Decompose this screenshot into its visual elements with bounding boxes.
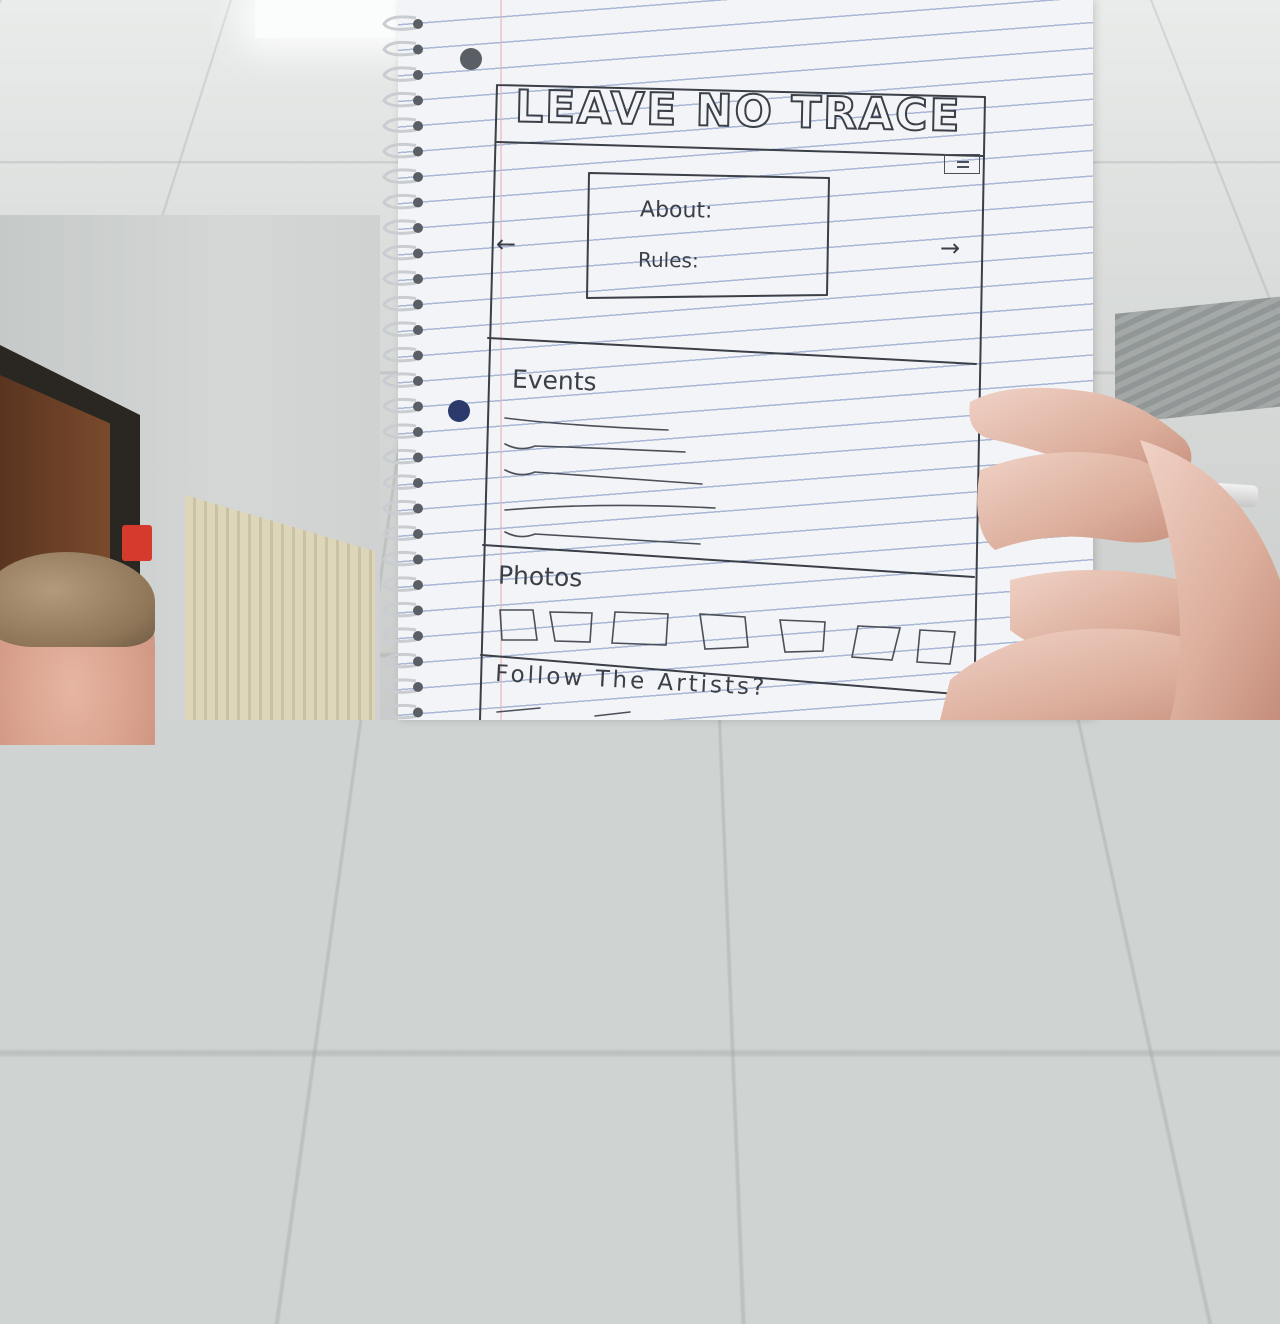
event-line-5	[504, 531, 701, 545]
photo-thumb	[779, 619, 826, 653]
carousel-box	[586, 172, 830, 299]
photo-thumb	[549, 611, 593, 643]
photos-heading: Photos	[497, 560, 583, 593]
arrow-left-icon: ←	[496, 230, 517, 258]
menu-icon	[944, 154, 980, 174]
page-title: LEAVE NO TRACE	[514, 80, 963, 142]
event-line-2	[504, 443, 686, 453]
photo-thumb	[851, 625, 902, 661]
event-line-1	[504, 417, 669, 431]
social-box	[496, 707, 541, 713]
about-label: About:	[639, 197, 713, 224]
hero-divider	[487, 337, 977, 365]
photo-thumb	[499, 609, 538, 641]
event-line-3	[504, 469, 703, 485]
events-heading: Events	[511, 364, 598, 397]
holding-hand	[940, 387, 1280, 720]
photo-thumb	[699, 613, 749, 650]
rules-label: Rules:	[637, 247, 699, 273]
event-line-4	[504, 504, 716, 511]
photo-thumb	[611, 611, 669, 646]
frame-outline	[479, 84, 986, 720]
arrow-right-icon: →	[940, 234, 961, 262]
social-box	[594, 711, 631, 717]
